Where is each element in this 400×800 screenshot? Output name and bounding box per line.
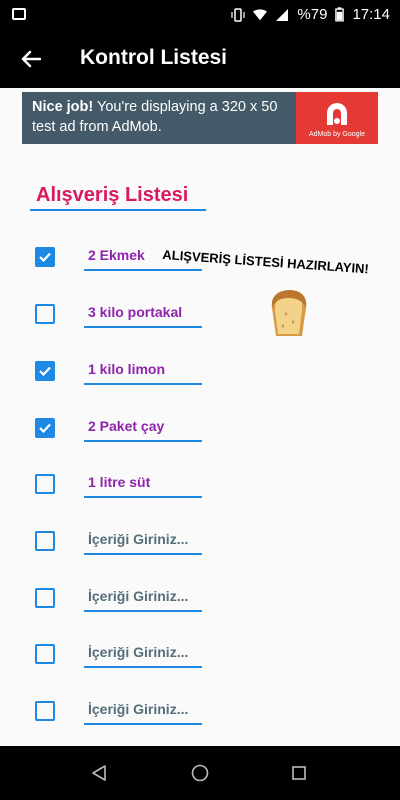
page-title: Kontrol Listesi <box>80 46 228 69</box>
list-item: İçeriği Giriniz... <box>0 521 400 561</box>
list-item: 1 kilo limon <box>0 351 400 391</box>
item-checkbox[interactable] <box>35 361 55 381</box>
back-button[interactable] <box>14 42 48 76</box>
item-checkbox[interactable] <box>35 418 55 438</box>
bread-icon <box>271 290 307 336</box>
status-icons: %79 17:14 <box>231 6 390 23</box>
item-checkbox[interactable] <box>35 588 55 608</box>
item-text: İçeriği Giriniz... <box>88 701 189 717</box>
ad-bold-text: Nice job! <box>32 99 94 115</box>
check-icon <box>39 423 51 434</box>
item-text: İçeriği Giriniz... <box>88 588 189 604</box>
title-underline <box>30 209 206 211</box>
item-input[interactable]: 1 litre süt <box>84 470 202 498</box>
item-checkbox[interactable] <box>35 247 55 267</box>
item-text: 3 kilo portakal <box>88 304 183 320</box>
check-icon <box>39 366 51 377</box>
system-nav-bar <box>0 746 400 800</box>
item-text: 2 Paket çay <box>88 418 165 434</box>
wifi-icon <box>253 8 268 20</box>
vibrate-icon <box>231 7 246 22</box>
item-input[interactable]: İçeriği Giriniz... <box>84 640 202 668</box>
nav-recents-icon[interactable] <box>292 766 306 780</box>
admob-logo: AdMob by Google <box>296 92 378 144</box>
admob-caption: AdMob by Google <box>308 130 366 138</box>
list-item: 1 litre süt <box>0 464 400 504</box>
status-bar: %79 17:14 <box>0 0 400 30</box>
item-checkbox[interactable] <box>35 474 55 494</box>
image-notification-icon <box>12 8 26 20</box>
clock: 17:14 <box>352 6 390 23</box>
item-input[interactable]: 2 Paket çay <box>84 414 202 442</box>
signal-icon <box>276 8 289 21</box>
nav-home-icon[interactable] <box>191 764 209 782</box>
item-checkbox[interactable] <box>35 701 55 721</box>
admob-icon <box>327 102 347 125</box>
item-checkbox[interactable] <box>35 644 55 664</box>
app-bar: Kontrol Listesi <box>0 30 400 88</box>
item-input[interactable]: İçeriği Giriniz... <box>84 527 202 555</box>
item-text: 2 Ekmek <box>88 247 145 263</box>
item-input[interactable]: 1 kilo limon <box>84 357 202 385</box>
item-text: 1 kilo limon <box>88 361 166 377</box>
item-checkbox[interactable] <box>35 531 55 551</box>
battery-percent: %79 <box>297 6 328 23</box>
item-input[interactable]: İçeriği Giriniz... <box>84 697 202 725</box>
battery-icon <box>335 7 345 22</box>
list-item: 3 kilo portakal <box>0 294 400 334</box>
list-item: İçeriği Giriniz... <box>0 691 400 731</box>
nav-back-icon[interactable] <box>90 764 108 782</box>
ad-text: Nice job! You're displaying a 320 x 50 t… <box>32 97 302 137</box>
item-text: 1 litre süt <box>88 474 151 490</box>
list-item: İçeriği Giriniz... <box>0 634 400 674</box>
check-icon <box>39 252 51 263</box>
item-text: İçeriği Giriniz... <box>88 644 189 660</box>
item-input[interactable]: 3 kilo portakal <box>84 300 202 328</box>
item-checkbox[interactable] <box>35 304 55 324</box>
list-title: Alışveriş Listesi <box>36 184 189 206</box>
list-item: 2 Paket çay <box>0 408 400 448</box>
item-input[interactable]: İçeriği Giriniz... <box>84 584 202 612</box>
ad-banner[interactable]: Nice job! You're displaying a 320 x 50 t… <box>22 92 378 144</box>
arrow-back-icon <box>21 50 41 68</box>
item-text: İçeriği Giriniz... <box>88 531 189 547</box>
list-item: İçeriği Giriniz... <box>0 578 400 618</box>
